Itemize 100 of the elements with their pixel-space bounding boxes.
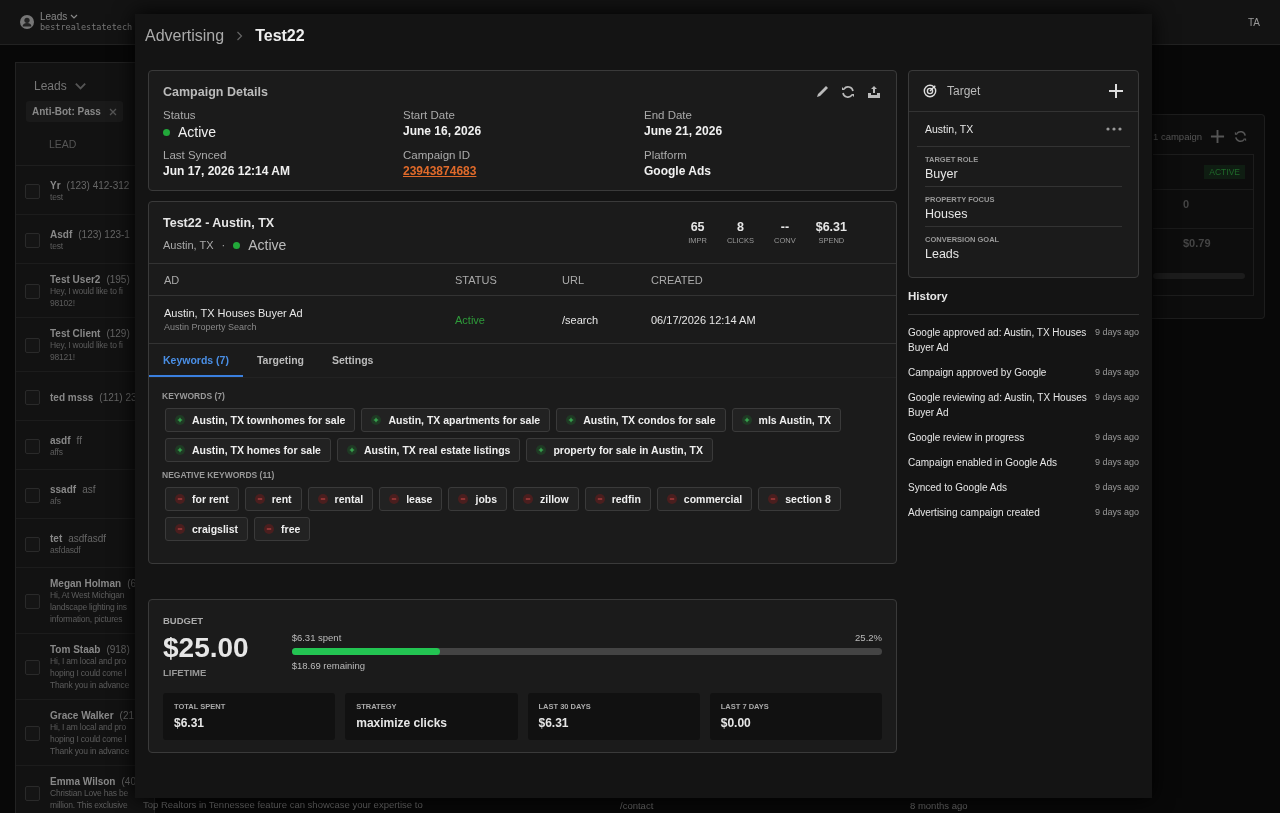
lead-name[interactable]: Yr (123) 412-312 xyxy=(50,179,130,191)
export-icon xyxy=(866,84,882,100)
field-value: June 16, 2026 xyxy=(403,124,483,138)
minus-icon xyxy=(254,494,265,504)
field-label: Last Synced xyxy=(163,149,228,161)
refresh-icon xyxy=(840,84,856,100)
lead-name[interactable]: asdf ff xyxy=(50,434,82,446)
history-text: Advertising campaign created xyxy=(908,506,1041,520)
plus-icon xyxy=(566,415,577,425)
keyword-chip[interactable]: for rent xyxy=(165,487,239,511)
lead-name[interactable]: Grace Walker (21 xyxy=(50,710,134,721)
location-text: Austin, TX xyxy=(163,239,214,251)
minus-icon xyxy=(523,494,534,504)
row-checkbox[interactable] xyxy=(25,284,40,299)
keyword-chip[interactable]: Austin, TX condos for sale xyxy=(556,408,726,432)
history-time: 9 days ago xyxy=(1094,456,1139,469)
keyword-chip[interactable]: lease xyxy=(379,487,443,511)
ad-subtitle: Austin Property Search xyxy=(164,322,258,332)
row-checkbox[interactable] xyxy=(25,786,40,801)
keyword-chip[interactable]: free xyxy=(254,517,311,541)
row-checkbox[interactable] xyxy=(25,660,40,675)
history-text: Google approved ad: Austin, TX Houses Buyer Ad xyxy=(908,326,1087,355)
keyword-chip[interactable]: craigslist xyxy=(165,517,249,541)
close-icon[interactable] xyxy=(108,107,117,116)
field-label: Status xyxy=(163,109,197,121)
keyword-chip[interactable]: Austin, TX townhomes for sale xyxy=(165,408,356,432)
stat-value: 8 xyxy=(737,220,744,234)
lead-name[interactable]: Test Client (129) xyxy=(50,328,130,339)
lead-name[interactable]: Tom Staab (918) xyxy=(50,644,130,655)
lead-name[interactable]: tet asdfasdf xyxy=(50,532,107,544)
breadcrumb-link[interactable]: Advertising xyxy=(145,27,225,45)
row-checkbox[interactable] xyxy=(25,338,40,353)
budget-period: LIFETIME xyxy=(163,667,208,678)
plus-icon xyxy=(1210,129,1226,144)
keyword-chip[interactable]: rental xyxy=(307,487,374,511)
tab[interactable]: Settings xyxy=(318,344,388,377)
lead-preview: affs xyxy=(50,445,64,458)
history-time: 9 days ago xyxy=(1094,506,1139,519)
row-checkbox[interactable] xyxy=(25,183,40,199)
field-label: End Date xyxy=(644,109,693,121)
created-date: 06/17/2026 12:14 AM xyxy=(651,313,757,326)
status-text: Active xyxy=(178,124,217,140)
field-label: Campaign ID xyxy=(403,149,472,161)
plus-icon xyxy=(346,445,357,455)
spent-text: $6.31 spent xyxy=(291,632,342,643)
keyword-chip[interactable]: zillow xyxy=(513,487,579,511)
field-value: Leads xyxy=(925,247,961,261)
row-checkbox[interactable] xyxy=(25,438,40,454)
lead-preview: Thank you in advance xyxy=(50,745,131,757)
minus-icon xyxy=(458,494,469,504)
time-text: 8 months ago xyxy=(910,799,968,812)
keyword-chip[interactable]: jobs xyxy=(448,487,508,511)
minus-icon xyxy=(594,494,605,504)
keyword-chip[interactable]: Austin, TX homes for sale xyxy=(165,438,331,462)
chevron-down-icon xyxy=(70,14,79,20)
row-checkbox[interactable] xyxy=(25,389,40,405)
history-time: 9 days ago xyxy=(1094,326,1139,339)
ad-name: Austin, TX Houses Buyer Ad xyxy=(164,307,304,319)
url-text: /contact xyxy=(620,799,655,812)
minus-icon xyxy=(389,494,400,504)
history-text: Campaign enabled in Google Ads xyxy=(908,456,1058,470)
filter-chip[interactable]: Anti-Bot: Pass xyxy=(26,101,123,122)
lead-preview: 98121! xyxy=(50,351,76,363)
keyword-chip[interactable]: Austin, TX apartments for sale xyxy=(361,408,551,432)
keyword-chip[interactable]: section 8 xyxy=(758,487,841,511)
separator-dot: · xyxy=(221,239,226,251)
plus-icon xyxy=(1108,83,1124,99)
keyword-chip[interactable]: redfin xyxy=(584,487,651,511)
keyword-chip[interactable]: rent xyxy=(244,487,302,511)
user-initials[interactable]: TA xyxy=(1247,16,1260,28)
lead-preview: information, pictures xyxy=(50,613,124,625)
keyword-chip[interactable]: property for sale in Austin, TX xyxy=(526,438,713,462)
column-header: STATUS xyxy=(455,273,498,286)
row-checkbox[interactable] xyxy=(25,536,40,552)
account-switcher[interactable]: Leads xyxy=(40,11,133,22)
field-value: Jun 17, 2026 12:14 AM xyxy=(163,164,291,178)
keyword-chip[interactable]: mls Austin, TX xyxy=(731,408,842,432)
keyword-chip[interactable]: commercial xyxy=(656,487,753,511)
leads-title[interactable]: Leads xyxy=(34,78,67,93)
section-label: BUDGET xyxy=(163,615,205,626)
row-checkbox[interactable] xyxy=(25,594,40,609)
lead-name[interactable]: Test User2 (195) xyxy=(50,274,130,285)
campaign-id-link[interactable]: 23943874683 xyxy=(403,164,477,178)
keyword-chip[interactable]: Austin, TX real estate listings xyxy=(336,438,521,462)
row-checkbox[interactable] xyxy=(25,726,40,741)
row-checkbox[interactable] xyxy=(25,487,40,503)
lead-preview: 98102! xyxy=(50,297,76,309)
tab[interactable]: Keywords (7) xyxy=(149,344,243,377)
lead-name[interactable]: Asdf (123) 123-1 xyxy=(50,228,130,240)
minus-icon xyxy=(768,494,779,504)
field-value: Google Ads xyxy=(644,164,712,178)
plus-icon xyxy=(536,445,547,455)
refresh-icon xyxy=(1233,129,1249,144)
lead-name[interactable]: ssadf asf xyxy=(50,483,96,495)
history-text: Google reviewing ad: Austin, TX Houses Buyer Ad xyxy=(908,391,1087,420)
user-avatar-icon[interactable] xyxy=(20,15,34,29)
tab[interactable]: Targeting xyxy=(242,344,318,377)
card-title: Target xyxy=(947,84,981,98)
card-title: Campaign Details xyxy=(163,85,268,99)
row-checkbox[interactable] xyxy=(25,232,40,248)
